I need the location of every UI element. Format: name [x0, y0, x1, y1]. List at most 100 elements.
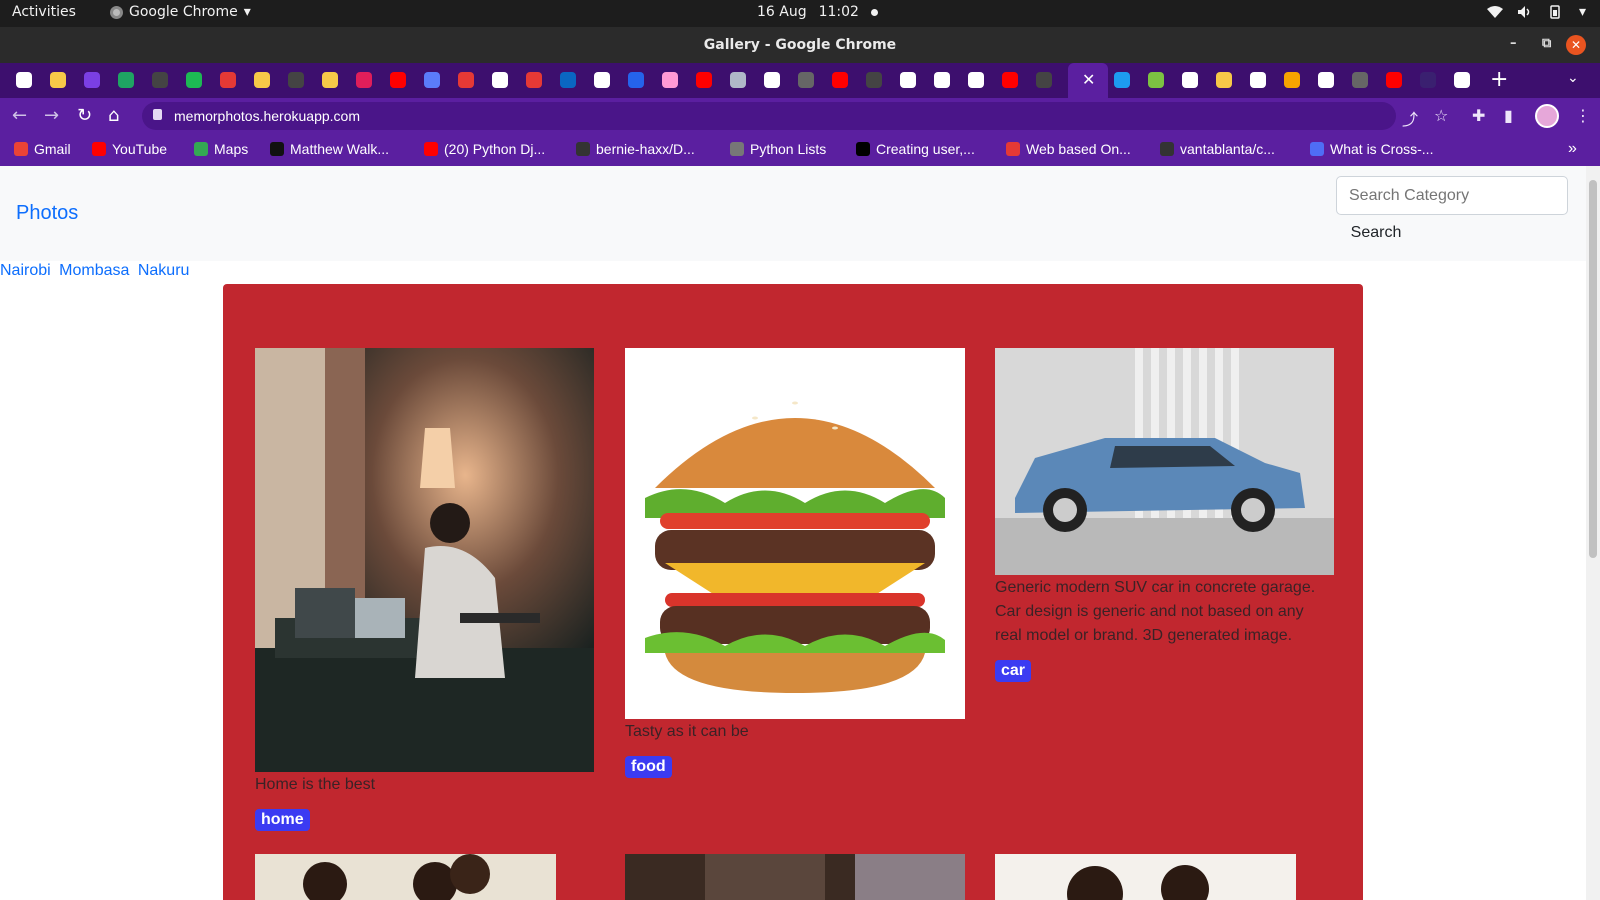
tab-favicon-icon[interactable] — [492, 72, 508, 88]
search-input[interactable] — [1336, 176, 1568, 215]
tab-search-chevron-icon[interactable]: ⌄ — [1567, 70, 1579, 86]
photo-family-image[interactable] — [255, 854, 556, 900]
bookmark-favicon-icon — [194, 142, 208, 156]
bookmark-star-icon[interactable]: ☆ — [1434, 106, 1448, 125]
system-tray[interactable]: ▾ — [1486, 4, 1586, 20]
tab-favicon-icon[interactable] — [900, 72, 916, 88]
brand-link[interactable]: Photos — [16, 202, 78, 225]
bookmark-item[interactable]: vantablanta/c... — [1160, 141, 1275, 157]
tab-favicon-icon[interactable] — [50, 72, 66, 88]
tab-favicon-icon[interactable] — [424, 72, 440, 88]
tab-favicon-icon[interactable] — [526, 72, 542, 88]
tab-favicon-icon[interactable] — [152, 72, 168, 88]
menu-kebab-icon[interactable]: ⋮ — [1575, 106, 1591, 125]
tab-favicon-icon[interactable] — [1454, 72, 1470, 88]
tab-favicon-icon[interactable] — [1420, 72, 1436, 88]
search-button[interactable]: Search — [1336, 218, 1416, 248]
tab-favicon-icon[interactable] — [1182, 72, 1198, 88]
bookmark-item[interactable]: Web based On... — [1006, 141, 1131, 157]
tab-favicon-icon[interactable] — [220, 72, 236, 88]
back-icon[interactable]: ← — [12, 105, 27, 126]
tab-favicon-icon[interactable] — [1148, 72, 1164, 88]
tab-favicon-icon[interactable] — [560, 72, 576, 88]
forward-icon[interactable]: → — [44, 105, 59, 126]
bookmark-item[interactable]: Creating user,... — [856, 141, 975, 157]
photo-car-image[interactable] — [995, 348, 1334, 575]
tab-favicon-icon[interactable] — [390, 72, 406, 88]
tab-favicon-icon[interactable] — [84, 72, 100, 88]
tab-favicon-icon[interactable] — [458, 72, 474, 88]
tab-favicon-icon[interactable] — [254, 72, 270, 88]
category-badge[interactable]: car — [995, 660, 1032, 682]
tab-favicon-icon[interactable] — [696, 72, 712, 88]
app-menu[interactable]: Google Chrome ▾ — [110, 4, 251, 20]
tab-favicon-icon[interactable] — [628, 72, 644, 88]
window-title: Gallery - Google Chrome — [703, 37, 897, 53]
tab-favicon-icon[interactable] — [968, 72, 984, 88]
tab-favicon-icon[interactable] — [1386, 72, 1402, 88]
tab-favicon-icon[interactable] — [322, 72, 338, 88]
chevron-down-icon: ▾ — [1578, 4, 1586, 20]
url-text[interactable]: memorphotos.herokuapp.com — [174, 108, 360, 124]
tab-favicon-icon[interactable] — [764, 72, 780, 88]
tab-favicon-icon[interactable] — [594, 72, 610, 88]
side-panel-icon[interactable]: ▮ — [1504, 106, 1513, 125]
bookmark-item[interactable]: Matthew Walk... — [270, 141, 389, 157]
bookmarks-overflow-icon[interactable]: » — [1568, 140, 1577, 158]
tab-favicon-icon[interactable] — [798, 72, 814, 88]
photo-home-image[interactable] — [255, 348, 594, 772]
tab-favicon-icon[interactable] — [1036, 72, 1052, 88]
close-icon[interactable]: ✕ — [1566, 35, 1586, 55]
photo-couple-image[interactable] — [995, 854, 1296, 900]
tab-favicon-icon[interactable] — [1352, 72, 1368, 88]
home-icon[interactable]: ⌂ — [108, 105, 119, 126]
tab-favicon-icon[interactable] — [832, 72, 848, 88]
photo-portrait-image[interactable] — [625, 854, 965, 900]
bookmark-item[interactable]: (20) Python Dj... — [424, 141, 545, 157]
bookmark-item[interactable]: Gmail — [14, 141, 71, 157]
minimize-icon[interactable]: – — [1510, 36, 1517, 51]
clock[interactable]: 16 Aug 11:02 — [757, 4, 878, 20]
tab-favicon-icon[interactable] — [118, 72, 134, 88]
bookmark-favicon-icon — [14, 142, 28, 156]
tab-favicon-icon[interactable] — [866, 72, 882, 88]
category-badge[interactable]: home — [255, 809, 310, 831]
page-scrollbar[interactable] — [1586, 166, 1600, 900]
tab-favicon-icon[interactable] — [1284, 72, 1300, 88]
tab-favicon-icon[interactable] — [1318, 72, 1334, 88]
tab-favicon-icon[interactable] — [288, 72, 304, 88]
activities-button[interactable]: Activities — [12, 4, 76, 20]
tab-favicon-icon[interactable] — [16, 72, 32, 88]
maximize-icon[interactable]: ⧉ — [1542, 36, 1551, 51]
tab-favicon-icon[interactable] — [1002, 72, 1018, 88]
photo-food-image[interactable] — [625, 348, 965, 719]
tab-favicon-icon[interactable] — [1114, 72, 1130, 88]
bookmark-item[interactable]: Maps — [194, 141, 248, 157]
notification-dot-icon — [870, 8, 878, 16]
bookmark-item[interactable]: What is Cross-... — [1310, 141, 1433, 157]
bookmark-item[interactable]: YouTube — [92, 141, 167, 157]
tab-favicon-icon[interactable] — [730, 72, 746, 88]
tab-favicon-icon[interactable] — [934, 72, 950, 88]
reload-icon[interactable]: ↻ — [77, 105, 92, 126]
tab-favicon-icon[interactable] — [1250, 72, 1266, 88]
bookmark-item[interactable]: Python Lists — [730, 141, 826, 157]
location-link-nairobi[interactable]: Nairobi — [0, 262, 51, 279]
category-badge[interactable]: food — [625, 756, 672, 778]
photo-description: Tasty as it can be — [625, 723, 749, 740]
tab-favicon-icon[interactable] — [356, 72, 372, 88]
tab-favicon-icon[interactable] — [1216, 72, 1232, 88]
tab-favicon-icon[interactable] — [662, 72, 678, 88]
extensions-icon[interactable]: ✚ — [1472, 106, 1485, 125]
location-link-mombasa[interactable]: Mombasa — [59, 262, 129, 279]
profile-avatar[interactable] — [1535, 104, 1559, 128]
tab-favicon-icon[interactable] — [186, 72, 202, 88]
share-icon[interactable]: ⤴ — [1402, 106, 1418, 130]
bookmark-label: Matthew Walk... — [290, 141, 390, 157]
location-link-nakuru[interactable]: Nakuru — [138, 262, 190, 279]
scrollbar-thumb[interactable] — [1589, 180, 1597, 558]
lock-icon[interactable] — [153, 109, 162, 120]
bookmark-item[interactable]: bernie-haxx/D... — [576, 141, 695, 157]
tab-close-icon[interactable]: ✕ — [1082, 70, 1095, 89]
new-tab-button[interactable]: + — [1490, 67, 1508, 92]
